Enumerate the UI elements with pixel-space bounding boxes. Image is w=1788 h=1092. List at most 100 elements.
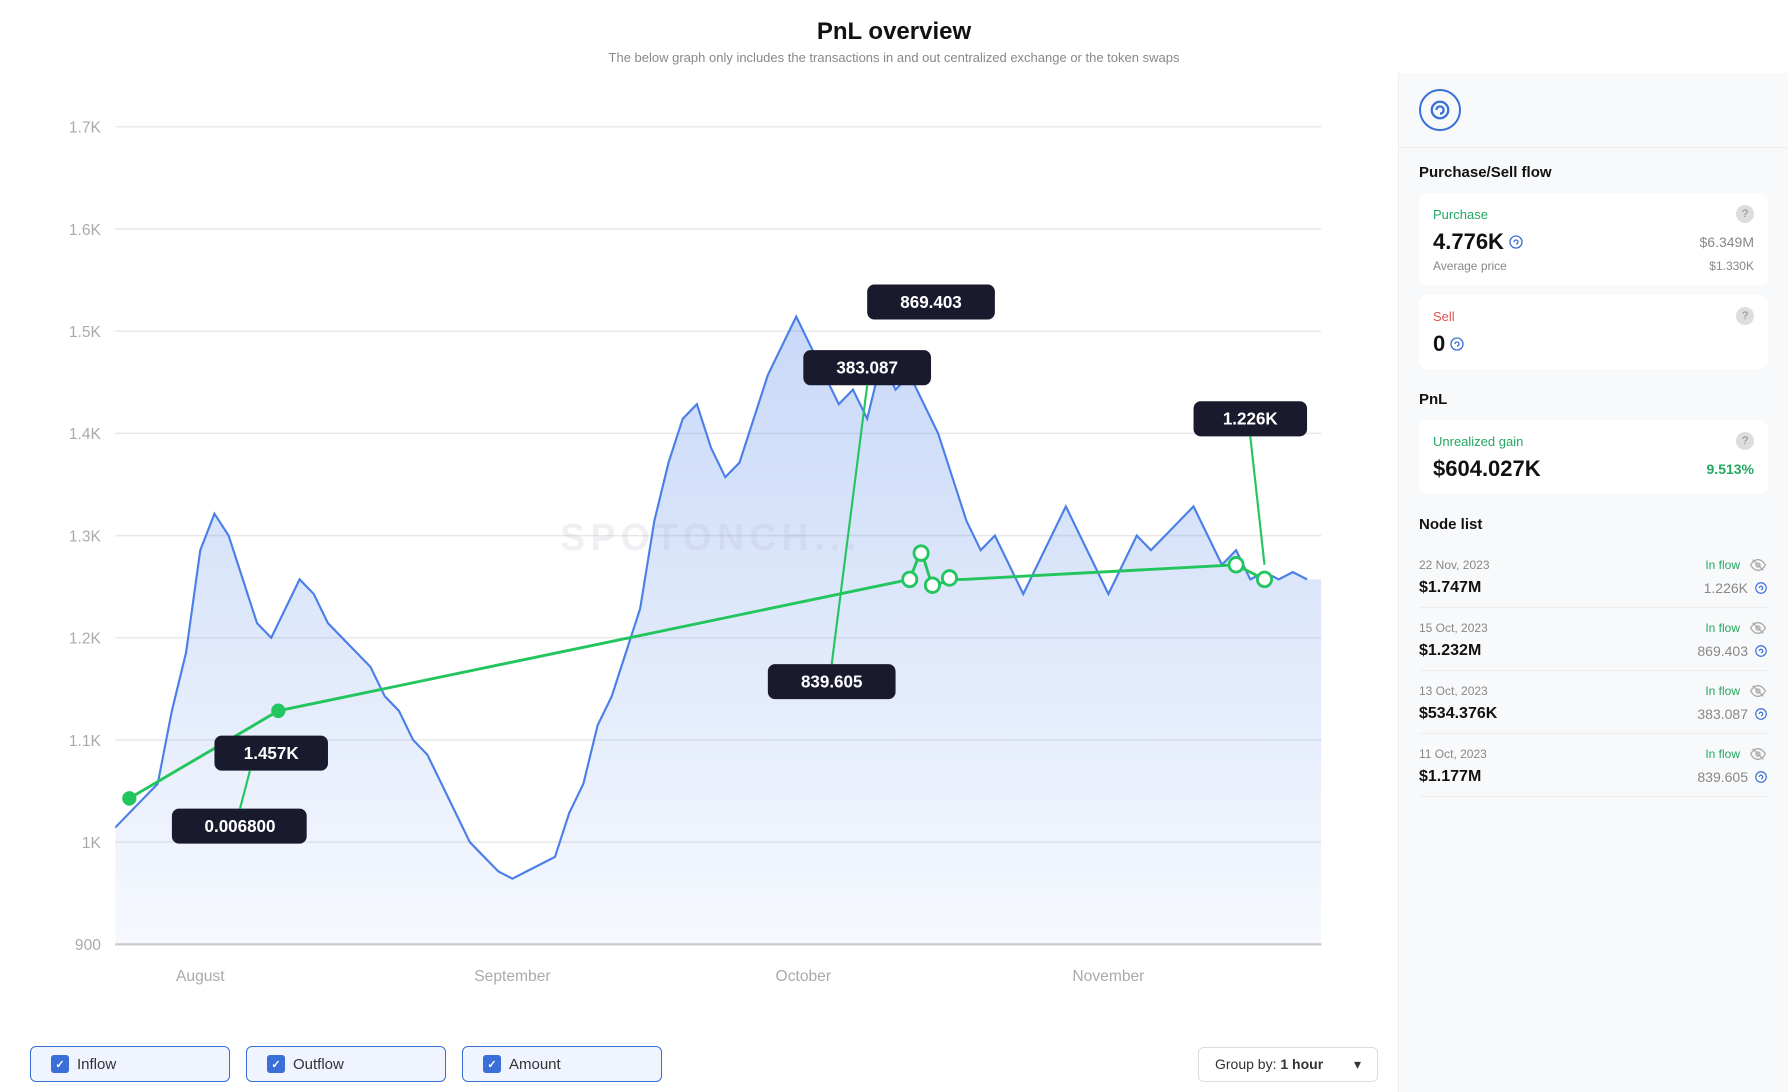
- inflow-checkbox[interactable]: [51, 1055, 69, 1073]
- purchase-card: Purchase ? 4.776K $6.349M Average price: [1419, 193, 1768, 285]
- sidebar-logo-area: [1399, 73, 1788, 148]
- node-item-header: 15 Oct, 2023 In flow: [1419, 618, 1768, 638]
- node-token-icon: [1754, 770, 1768, 784]
- eye-icon[interactable]: [1748, 744, 1768, 764]
- chart-legend: Inflow Outflow Amount Group by: 1 hour ▾: [30, 1032, 1378, 1092]
- node-flow-type: In flow: [1705, 747, 1740, 761]
- page-subtitle: The below graph only includes the transa…: [0, 50, 1788, 65]
- svg-text:1.7K: 1.7K: [69, 119, 102, 136]
- node-list-container: 22 Nov, 2023 In flow $1.747M 1.226K: [1419, 545, 1768, 797]
- svg-text:August: August: [176, 968, 225, 985]
- chart-area: 1.7K 1.6K 1.5K 1.4K 1.3K 1.2K 1.1K 1K 90…: [0, 73, 1398, 1092]
- node-item-values: $1.747M 1.226K: [1419, 579, 1768, 597]
- svg-text:1.3K: 1.3K: [69, 528, 102, 545]
- inflow-label: Inflow: [77, 1056, 116, 1073]
- svg-text:1.2K: 1.2K: [69, 630, 102, 647]
- svg-text:900: 900: [75, 937, 101, 954]
- svg-text:October: October: [776, 968, 832, 985]
- unrealized-label: Unrealized gain: [1433, 434, 1523, 449]
- purchase-help-icon[interactable]: ?: [1736, 205, 1754, 223]
- pnl-card-header: Unrealized gain ?: [1433, 432, 1754, 450]
- node-amount: $1.177M: [1419, 768, 1481, 786]
- logo-icon: [1429, 99, 1451, 121]
- page-title: PnL overview: [0, 18, 1788, 46]
- node-token-icon: [1754, 581, 1768, 595]
- token-icon: [1508, 234, 1524, 250]
- node-list-item: 22 Nov, 2023 In flow $1.747M 1.226K: [1419, 545, 1768, 608]
- purchase-sell-section: Purchase/Sell flow Purchase ? 4.776K $: [1399, 148, 1788, 379]
- sidebar: Purchase/Sell flow Purchase ? 4.776K $: [1398, 73, 1788, 1092]
- node-date: 22 Nov, 2023: [1419, 558, 1490, 572]
- chevron-down-icon: ▾: [1354, 1056, 1361, 1073]
- svg-text:November: November: [1072, 968, 1145, 985]
- node-item-header: 13 Oct, 2023 In flow: [1419, 681, 1768, 701]
- eye-icon[interactable]: [1748, 618, 1768, 638]
- node-amount: $1.232M: [1419, 642, 1481, 660]
- svg-text:869.403: 869.403: [900, 292, 962, 312]
- purchase-avg-price: Average price $1.330K: [1433, 259, 1754, 273]
- amount-checkbox[interactable]: [483, 1055, 501, 1073]
- node-list-item: 11 Oct, 2023 In flow $1.177M 839.605: [1419, 734, 1768, 797]
- pnl-section: PnL Unrealized gain ? $604.027K 9.513%: [1399, 379, 1788, 504]
- sell-card-header: Sell ?: [1433, 307, 1754, 325]
- sell-token-icon: [1449, 336, 1465, 352]
- svg-text:839.605: 839.605: [801, 671, 863, 691]
- purchase-label: Purchase: [1433, 207, 1488, 222]
- group-by-text: Group by: 1 hour: [1215, 1056, 1323, 1072]
- node-amount: $1.747M: [1419, 579, 1481, 597]
- page-header: PnL overview The below graph only includ…: [0, 0, 1788, 73]
- eye-icon[interactable]: [1748, 681, 1768, 701]
- svg-text:1.226K: 1.226K: [1223, 408, 1278, 428]
- node-item-values: $1.177M 839.605: [1419, 768, 1768, 786]
- purchase-sell-title: Purchase/Sell flow: [1419, 164, 1768, 181]
- sell-token-amount: 0: [1433, 331, 1465, 357]
- node-token-amount: 839.605: [1697, 769, 1768, 785]
- node-token-amount: 869.403: [1697, 643, 1768, 659]
- node-flow-type: In flow: [1705, 621, 1740, 635]
- legend-item-outflow[interactable]: Outflow: [246, 1046, 446, 1082]
- legend-item-inflow[interactable]: Inflow: [30, 1046, 230, 1082]
- pnl-percentage: 9.513%: [1707, 461, 1754, 477]
- main-content: 1.7K 1.6K 1.5K 1.4K 1.3K 1.2K 1.1K 1K 90…: [0, 73, 1788, 1092]
- node-list-title: Node list: [1419, 516, 1768, 533]
- group-by-button[interactable]: Group by: 1 hour ▾: [1198, 1047, 1378, 1082]
- svg-text:1.6K: 1.6K: [69, 222, 102, 239]
- svg-text:1.4K: 1.4K: [69, 426, 102, 443]
- group-by-value: 1 hour: [1280, 1056, 1323, 1072]
- svg-text:383.087: 383.087: [836, 357, 898, 377]
- node-flow-type: In flow: [1705, 684, 1740, 698]
- node-item-values: $534.376K 383.087: [1419, 705, 1768, 723]
- sell-card: Sell ? 0: [1419, 295, 1768, 369]
- node-date: 15 Oct, 2023: [1419, 621, 1488, 635]
- amount-label: Amount: [509, 1056, 561, 1073]
- svg-text:0.006800: 0.006800: [205, 816, 276, 836]
- node-token-icon: [1754, 707, 1768, 721]
- sell-help-icon[interactable]: ?: [1736, 307, 1754, 325]
- group-by-prefix: Group by:: [1215, 1056, 1276, 1072]
- outflow-checkbox[interactable]: [267, 1055, 285, 1073]
- node-token-amount: 1.226K: [1704, 580, 1768, 596]
- node-token-icon: [1754, 644, 1768, 658]
- pnl-values: $604.027K 9.513%: [1433, 456, 1754, 482]
- pnl-help-icon[interactable]: ?: [1736, 432, 1754, 450]
- legend-item-amount[interactable]: Amount: [462, 1046, 662, 1082]
- svg-text:September: September: [474, 968, 551, 985]
- node-item-header: 11 Oct, 2023 In flow: [1419, 744, 1768, 764]
- node-date: 13 Oct, 2023: [1419, 684, 1488, 698]
- chart-container: 1.7K 1.6K 1.5K 1.4K 1.3K 1.2K 1.1K 1K 90…: [30, 83, 1378, 1032]
- node-token-amount: 383.087: [1697, 706, 1768, 722]
- avg-price-label: Average price: [1433, 259, 1507, 273]
- outflow-label: Outflow: [293, 1056, 344, 1073]
- sell-label: Sell: [1433, 309, 1455, 324]
- node-item-values: $1.232M 869.403: [1419, 642, 1768, 660]
- pnl-card: Unrealized gain ? $604.027K 9.513%: [1419, 420, 1768, 494]
- brand-logo: [1419, 89, 1461, 131]
- purchase-token-amount: 4.776K: [1433, 229, 1524, 255]
- sell-values: 0: [1433, 331, 1754, 357]
- svg-text:1.5K: 1.5K: [69, 324, 102, 341]
- eye-icon[interactable]: [1748, 555, 1768, 575]
- svg-text:1.457K: 1.457K: [244, 743, 299, 763]
- avg-price-value: $1.330K: [1709, 259, 1754, 273]
- chart-svg: 1.7K 1.6K 1.5K 1.4K 1.3K 1.2K 1.1K 1K 90…: [30, 83, 1378, 1032]
- svg-text:1.1K: 1.1K: [69, 733, 102, 750]
